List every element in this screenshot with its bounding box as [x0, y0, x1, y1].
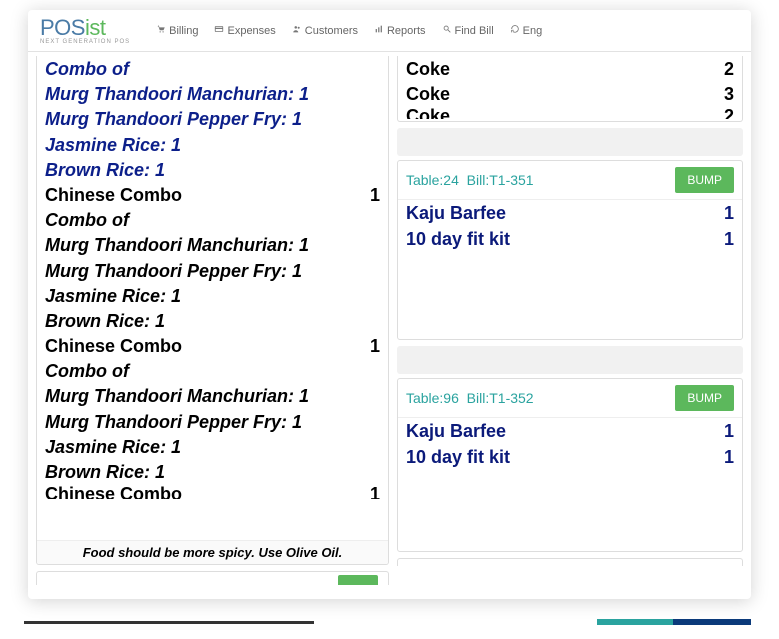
kds-column-right: Coke 2 Coke 3 Coke 2	[397, 56, 743, 591]
logo: POSist NEXT GENERATION POS	[40, 17, 130, 45]
item-qty: 1	[716, 201, 734, 226]
item-qty: 1	[362, 183, 380, 208]
nav-reports[interactable]: Reports	[366, 24, 434, 37]
nav-billing[interactable]: Billing	[148, 24, 206, 37]
order-header: Table:96 Bill:T1-352 BUMP	[398, 379, 742, 418]
order-item: Coke 3	[406, 82, 734, 107]
chart-icon	[374, 24, 384, 37]
card-icon	[214, 24, 224, 37]
item-qty: 1	[716, 419, 734, 444]
order-body: Kaju Barfee 1 10 day fit kit 1	[398, 200, 742, 339]
bill-label: Bill:T1-352	[467, 390, 534, 406]
combo-item: Brown Rice: 1	[45, 158, 380, 183]
nav-customers[interactable]: Customers	[284, 24, 366, 37]
combo-item: Murg Thandoori Manchurian: 1	[45, 384, 380, 409]
order-card-peek	[36, 571, 389, 585]
topbar: POSist NEXT GENERATION POS Billing Expen…	[28, 10, 751, 52]
cart-icon	[156, 24, 166, 37]
order-card: Combo of Murg Thandoori Manchurian: 1 Mu…	[36, 56, 389, 565]
logo-tagline: NEXT GENERATION POS	[40, 39, 130, 45]
nav-label: Customers	[305, 25, 358, 37]
footer-bar-navy	[673, 619, 751, 625]
order-note: Food should be more spicy. Use Olive Oil…	[37, 540, 388, 564]
table-label: Table:24	[406, 172, 459, 188]
order-item: Chinese Combo 1	[45, 183, 380, 208]
item-qty: 1	[362, 334, 380, 359]
nav-label: Find Bill	[455, 25, 494, 37]
order-card-peek	[397, 558, 743, 566]
bump-button[interactable]: BUMP	[675, 385, 734, 411]
combo-item: Murg Thandoori Manchurian: 1	[45, 233, 380, 258]
order-meta: Table:24 Bill:T1-351	[406, 172, 534, 188]
nav-label: Billing	[169, 25, 198, 37]
card-gap	[397, 128, 743, 156]
item-qty: 3	[716, 82, 734, 107]
nav-label: Eng	[523, 25, 543, 37]
item-qty: 2	[716, 57, 734, 82]
nav-findbill[interactable]: Find Bill	[434, 24, 502, 37]
item-qty: 2	[716, 107, 734, 119]
order-item: Kaju Barfee 1	[406, 419, 734, 444]
users-icon	[292, 24, 302, 37]
nav-language[interactable]: Eng	[502, 24, 551, 37]
order-body: Kaju Barfee 1 10 day fit kit 1	[398, 418, 742, 551]
item-qty: 1	[716, 445, 734, 470]
order-item: Chinese Combo 1	[45, 334, 380, 359]
bill-label: Bill:T1-351	[467, 172, 534, 188]
order-item-cutoff: Coke 2	[406, 107, 734, 119]
order-item: 10 day fit kit 1	[406, 445, 734, 470]
kds-column-left: Combo of Murg Thandoori Manchurian: 1 Mu…	[36, 56, 389, 591]
order-body: Coke 2 Coke 3 Coke 2	[398, 56, 742, 121]
footer-bar-teal	[597, 619, 675, 625]
combo-of-label: Combo of	[45, 359, 380, 384]
kds-content: Combo of Murg Thandoori Manchurian: 1 Mu…	[28, 52, 751, 599]
nav-expenses[interactable]: Expenses	[206, 24, 283, 37]
combo-item: Brown Rice: 1	[45, 309, 380, 334]
combo-item: Brown Rice: 1	[45, 460, 380, 485]
order-item: 10 day fit kit 1	[406, 227, 734, 252]
combo-item: Murg Thandoori Manchurian: 1	[45, 82, 380, 107]
card-gap	[397, 346, 743, 374]
order-card-top: Coke 2 Coke 3 Coke 2	[397, 56, 743, 122]
refresh-icon	[510, 24, 520, 37]
logo-text-2: ist	[85, 15, 106, 40]
item-qty: 1	[362, 485, 380, 499]
order-meta: Table:96 Bill:T1-352	[406, 390, 534, 406]
order-item: Coke 2	[406, 57, 734, 82]
combo-item: Jasmine Rice: 1	[45, 133, 380, 158]
combo-item: Murg Thandoori Pepper Fry: 1	[45, 259, 380, 284]
combo-item: Murg Thandoori Pepper Fry: 1	[45, 410, 380, 435]
nav-label: Reports	[387, 25, 426, 37]
search-icon	[442, 24, 452, 37]
combo-item: Jasmine Rice: 1	[45, 284, 380, 309]
order-card: Table:96 Bill:T1-352 BUMP Kaju Barfee 1 …	[397, 378, 743, 552]
bump-button-peek[interactable]	[338, 575, 378, 585]
order-item-cutoff: Chinese Combo 1	[45, 485, 380, 499]
nav-label: Expenses	[227, 25, 275, 37]
logo-text-1: POS	[40, 15, 85, 40]
pos-window: POSist NEXT GENERATION POS Billing Expen…	[28, 10, 751, 599]
bump-button[interactable]: BUMP	[675, 167, 734, 193]
footer-decoration	[0, 621, 779, 627]
combo-of-label: Combo of	[45, 208, 380, 233]
combo-of-label: Combo of	[45, 57, 380, 82]
order-card: Table:24 Bill:T1-351 BUMP Kaju Barfee 1 …	[397, 160, 743, 340]
order-body: Combo of Murg Thandoori Manchurian: 1 Mu…	[37, 56, 388, 540]
item-qty: 1	[716, 227, 734, 252]
footer-bar-left	[24, 621, 314, 624]
table-label: Table:96	[406, 390, 459, 406]
combo-item: Murg Thandoori Pepper Fry: 1	[45, 107, 380, 132]
order-item: Kaju Barfee 1	[406, 201, 734, 226]
combo-item: Jasmine Rice: 1	[45, 435, 380, 460]
order-header: Table:24 Bill:T1-351 BUMP	[398, 161, 742, 200]
